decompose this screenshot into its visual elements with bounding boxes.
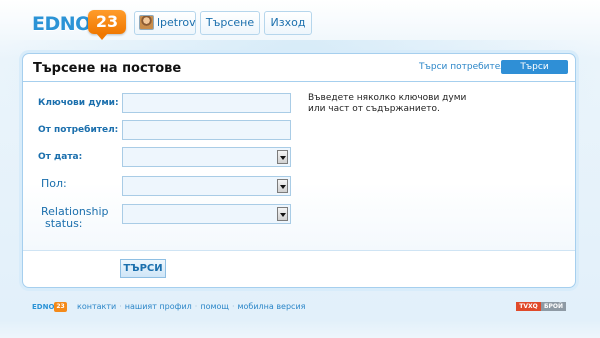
footer-logo-badge: 23 (54, 302, 67, 312)
logout-button[interactable]: Изход (264, 11, 312, 35)
chevron-down-icon (277, 179, 288, 193)
gender-select[interactable] (122, 176, 291, 196)
separator: · (231, 302, 235, 311)
keywords-label: Ключови думи: (38, 98, 119, 108)
search-nav-button[interactable]: Търсене (200, 11, 260, 35)
from-user-input[interactable] (122, 120, 291, 140)
hint-line-1: Въведете няколко ключови думи (308, 93, 467, 103)
page-title: Търсене на постове (33, 61, 182, 76)
relationship-label-line2: status: (45, 217, 83, 230)
logo-text: EDNO (32, 13, 91, 35)
user-profile-button[interactable]: lpetrov (134, 11, 196, 35)
search-submit-button[interactable]: ТЪРСИ (120, 259, 166, 278)
keywords-input[interactable] (122, 93, 291, 113)
from-date-label: От дата: (38, 152, 83, 162)
from-user-label: От потребител: (38, 125, 119, 135)
avatar (139, 15, 154, 30)
edno23-logo[interactable]: EDNO 23 (32, 6, 130, 42)
separator: · (194, 302, 198, 311)
partner-badge[interactable]: TVXQ БРОЙ (516, 302, 566, 311)
footer-link-help[interactable]: помощ (200, 302, 229, 311)
separator: · (119, 302, 122, 311)
footer-link-our-profile[interactable]: нашият профил (125, 302, 192, 311)
tab-search-posts[interactable]: Търси постове (501, 60, 568, 86)
partner-badge-right: БРОЙ (541, 302, 566, 311)
footer-link-mobile[interactable]: мобилна версия (237, 302, 305, 311)
username-label: lpetrov (157, 16, 196, 29)
gender-label: Пол: (41, 177, 67, 190)
search-hint: Въведете няколко ключови думи или част о… (308, 93, 468, 115)
footer-logo[interactable]: EDNO 23 (32, 302, 68, 314)
logo-badge: 23 (88, 10, 126, 40)
footer-links: контакти · нашият профил · помощ · мобилна вер… (77, 302, 305, 311)
search-posts-panel: Търсене на постове Търси потребители Тър… (22, 53, 576, 288)
chevron-down-icon (277, 207, 288, 221)
from-date-select[interactable] (122, 147, 291, 167)
relationship-status-select[interactable] (122, 204, 291, 224)
footer-logo-text: EDNO (32, 303, 55, 311)
chevron-down-icon (277, 150, 288, 164)
search-form: Ключови думи: От потребител: От дата: По… (23, 82, 575, 250)
footer-link-contacts[interactable]: контакти (77, 302, 116, 311)
hint-line-2: или част от съдържанието. (308, 104, 440, 114)
form-divider (23, 250, 575, 251)
partner-badge-left: TVXQ (516, 302, 541, 311)
tab-search-users[interactable]: Търси потребители (419, 62, 512, 72)
